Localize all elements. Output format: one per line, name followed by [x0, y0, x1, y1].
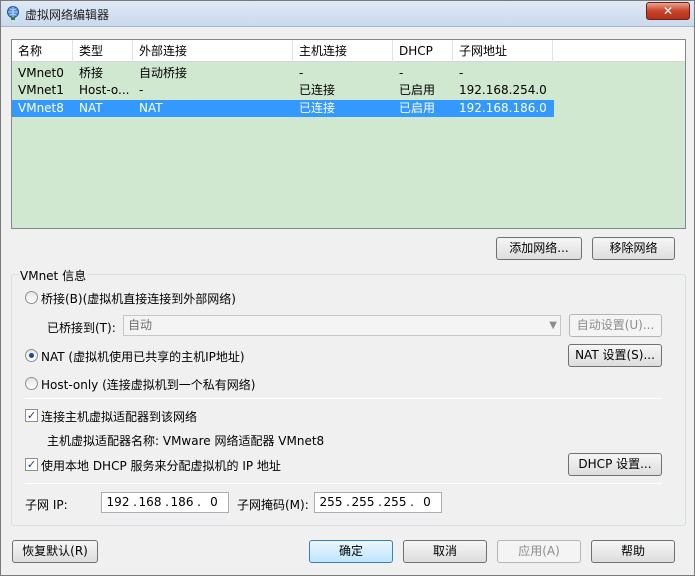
nat-radio[interactable] [25, 349, 38, 362]
remove-network-button[interactable]: 移除网络 [592, 237, 675, 260]
subnet-ip-octet: 168 [138, 495, 162, 509]
network-row-vmnet8[interactable]: VMnet8 NAT NAT 已连接 已启用 192.168.186.0 [12, 100, 554, 117]
cell-subnet: 192.168.186.0 [459, 101, 547, 115]
cell-external: NAT [139, 101, 163, 115]
vmnet-info-label: VMnet 信息 [19, 267, 88, 284]
subnet-mask-octet: 255 [351, 495, 375, 509]
column-header-subnet[interactable]: 子网地址 [453, 40, 553, 62]
radio-selected-dot [29, 353, 34, 358]
restore-defaults-button[interactable]: 恢复默认(R) [12, 540, 98, 563]
cell-host: - [299, 66, 304, 80]
column-header-name[interactable]: 名称 [12, 40, 73, 62]
help-button[interactable]: 帮助 [591, 540, 675, 563]
dhcp-label[interactable]: 使用本地 DHCP 服务来分配虚拟机的 IP 地址 [41, 457, 281, 474]
bridged-to-value: 自动 [128, 318, 153, 332]
dropdown-arrow-icon: ▼ [549, 320, 557, 331]
cell-subnet: - [459, 66, 464, 80]
add-network-button[interactable]: 添加网络... [496, 237, 582, 260]
subnet-ip-octet: 192 [106, 495, 130, 509]
cancel-button[interactable]: 取消 [403, 540, 487, 563]
cell-dhcp: 已启用 [399, 83, 436, 97]
subnet-ip-octet: 186 [170, 495, 194, 509]
cell-host: 已连接 [299, 83, 336, 97]
separator [25, 483, 662, 484]
column-header-type[interactable]: 类型 [73, 40, 133, 62]
vmnet-info-group [11, 274, 686, 526]
subnet-mask-label: 子网掩码(M): [237, 498, 309, 512]
nat-label[interactable]: NAT (虚拟机使用已共享的主机IP地址) [41, 348, 245, 365]
cell-subnet: 192.168.254.0 [459, 83, 547, 97]
nat-settings-button[interactable]: NAT 设置(S)... [568, 344, 662, 367]
column-header-host[interactable]: 主机连接 [293, 40, 393, 62]
network-globe-icon [7, 6, 19, 20]
window-title: 虚拟网络编辑器 [25, 8, 110, 22]
cell-type: NAT [79, 101, 103, 115]
bridged-label[interactable]: 桥接(B)(虚拟机直接连接到外部网络) [41, 290, 236, 307]
subnet-mask-octet: 255 [383, 495, 407, 509]
network-row-vmnet1[interactable]: VMnet1 Host-o... - 已连接 已启用 192.168.254.0 [12, 82, 554, 99]
cell-name: VMnet1 [18, 83, 64, 97]
connect-adapter-label[interactable]: 连接主机虚拟适配器到该网络 [41, 408, 197, 425]
subnet-mask-octet: 255 [319, 495, 343, 509]
subnet-ip-label: 子网 IP: [25, 498, 68, 512]
title-bar[interactable]: 虚拟网络编辑器 ✕ [1, 1, 694, 27]
bridged-radio[interactable] [25, 291, 38, 304]
cell-dhcp: 已启用 [399, 101, 436, 115]
cell-external: - [139, 83, 144, 97]
list-header: 名称 类型 外部连接 主机连接 DHCP 子网地址 [12, 40, 685, 62]
cell-type: 桥接 [79, 66, 104, 80]
dhcp-settings-button[interactable]: DHCP 设置... [568, 453, 662, 476]
connect-adapter-checkbox[interactable]: ✓ [25, 409, 38, 422]
subnet-ip-octet: 0 [210, 495, 218, 509]
cell-host: 已连接 [299, 101, 336, 115]
hostonly-label[interactable]: Host-only (连接虚拟机到一个私有网络) [41, 376, 255, 393]
ok-button[interactable]: 确定 [309, 540, 393, 563]
network-row-vmnet0[interactable]: VMnet0 桥接 自动桥接 - - - [12, 65, 554, 82]
cell-external: 自动桥接 [139, 66, 188, 80]
adapter-name-label: 主机虚拟适配器名称: VMware 网络适配器 VMnet8 [47, 434, 325, 448]
column-header-dhcp[interactable]: DHCP [393, 40, 453, 62]
subnet-mask-input[interactable]: 255 . 255 . 255 . 0 [314, 492, 442, 513]
apply-button[interactable]: 应用(A) [497, 540, 581, 563]
cell-name: VMnet8 [18, 101, 64, 115]
subnet-ip-input[interactable]: 192 . 168 . 186 . 0 [101, 492, 229, 513]
cell-type: Host-o... [79, 83, 130, 97]
network-list[interactable]: 名称 类型 外部连接 主机连接 DHCP 子网地址 VMnet0 桥接 自动桥接… [11, 39, 686, 229]
virtual-network-editor-window: 虚拟网络编辑器 ✕ 名称 类型 外部连接 主机连接 DHCP 子网地址 VMne… [0, 0, 695, 576]
subnet-mask-octet: 0 [423, 495, 431, 509]
close-button[interactable]: ✕ [646, 2, 690, 20]
column-header-external[interactable]: 外部连接 [133, 40, 293, 62]
dhcp-checkbox[interactable]: ✓ [25, 458, 38, 471]
cell-dhcp: - [399, 66, 404, 80]
hostonly-radio[interactable] [25, 377, 38, 390]
bridged-to-select[interactable]: 自动 ▼ [123, 315, 561, 336]
separator [25, 398, 662, 399]
bridged-to-label: 已桥接到(T): [47, 321, 116, 335]
cell-name: VMnet0 [18, 66, 64, 80]
auto-settings-button[interactable]: 自动设置(U)... [569, 314, 662, 337]
